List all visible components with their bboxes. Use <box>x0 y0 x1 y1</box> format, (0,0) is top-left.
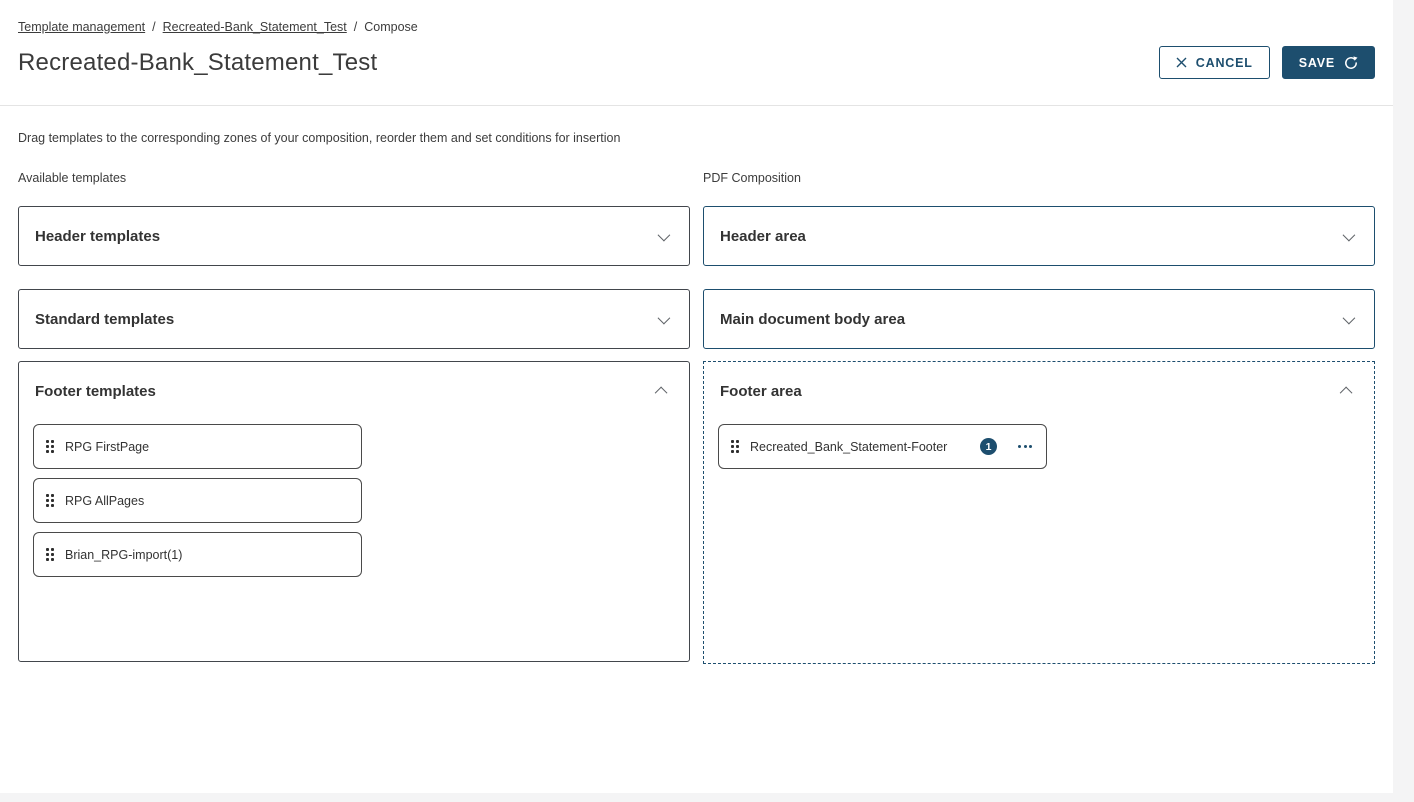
accordion-standard-templates-toggle[interactable]: Standard templates <box>19 290 689 348</box>
pdf-composition-label: PDF Composition <box>703 171 1375 185</box>
page-title: Recreated-Bank_Statement_Test <box>18 49 377 77</box>
breadcrumb: Template management / Recreated-Bank_Sta… <box>18 20 1375 34</box>
accordion-title: Standard templates <box>35 311 174 328</box>
available-templates-label: Available templates <box>18 171 690 185</box>
chevron-down-icon <box>658 228 671 241</box>
save-button-label: SAVE <box>1299 56 1335 70</box>
drag-handle-icon[interactable] <box>46 440 54 453</box>
template-item-label: Brian_RPG-import(1) <box>65 548 182 562</box>
breadcrumb-separator: / <box>354 20 357 34</box>
chevron-down-icon <box>1343 311 1356 324</box>
chevron-up-icon <box>1340 386 1353 399</box>
cancel-button-label: CANCEL <box>1196 56 1253 70</box>
page-header: Template management / Recreated-Bank_Sta… <box>0 0 1393 106</box>
header-actions: CANCEL SAVE <box>1159 46 1375 79</box>
chevron-up-icon <box>655 386 668 399</box>
accordion-title: Header area <box>720 228 806 245</box>
composition-item-footer[interactable]: Recreated_Bank_Statement-Footer 1 <box>718 424 1047 469</box>
accordion-header-area: Header area <box>703 206 1375 266</box>
accordion-title: Header templates <box>35 228 160 245</box>
drag-handle-icon[interactable] <box>46 494 54 507</box>
accordion-footer-area-toggle[interactable]: Footer area <box>704 362 1374 420</box>
breadcrumb-link-template[interactable]: Recreated-Bank_Statement_Test <box>163 20 347 34</box>
template-item-label: RPG FirstPage <box>65 440 149 454</box>
template-item-brian-rpg-import[interactable]: Brian_RPG-import(1) <box>33 532 362 577</box>
footer-templates-list: RPG FirstPage RPG AllPages Brian_RPG-imp… <box>19 420 689 577</box>
composition-item-label: Recreated_Bank_Statement-Footer <box>750 440 947 454</box>
footer-area-list: Recreated_Bank_Statement-Footer 1 <box>704 420 1374 469</box>
app-page: Template management / Recreated-Bank_Sta… <box>0 0 1393 793</box>
template-item-rpg-allpages[interactable]: RPG AllPages <box>33 478 362 523</box>
accordion-main-body-area: Main document body area <box>703 289 1375 349</box>
accordion-header-templates-toggle[interactable]: Header templates <box>19 207 689 265</box>
accordion-standard-templates: Standard templates <box>18 289 690 349</box>
chevron-down-icon <box>658 311 671 324</box>
condition-count-badge: 1 <box>980 438 997 455</box>
rotate-arrow-icon <box>1344 56 1358 70</box>
accordion-footer-templates: Footer templates RPG FirstPage RPG AllPa… <box>18 361 690 662</box>
pdf-composition-column: PDF Composition Header area Main documen… <box>703 171 1375 664</box>
accordion-title: Footer area <box>720 383 802 400</box>
item-menu-ellipsis-icon[interactable] <box>1016 441 1034 452</box>
accordion-footer-templates-toggle[interactable]: Footer templates <box>19 362 689 420</box>
instruction-text: Drag templates to the corresponding zone… <box>18 131 1375 145</box>
drag-handle-icon[interactable] <box>46 548 54 561</box>
accordion-header-area-toggle[interactable]: Header area <box>704 207 1374 265</box>
accordion-title: Footer templates <box>35 383 156 400</box>
accordion-main-body-area-toggle[interactable]: Main document body area <box>704 290 1374 348</box>
breadcrumb-link-template-management[interactable]: Template management <box>18 20 145 34</box>
compose-content: Drag templates to the corresponding zone… <box>0 131 1393 664</box>
drag-handle-icon[interactable] <box>731 440 739 453</box>
accordion-header-templates: Header templates <box>18 206 690 266</box>
accordion-footer-area: Footer area Recreated_Bank_Statement-Foo… <box>703 361 1375 664</box>
close-icon <box>1176 57 1187 68</box>
cancel-button[interactable]: CANCEL <box>1159 46 1270 79</box>
breadcrumb-separator: / <box>152 20 155 34</box>
template-item-rpg-firstpage[interactable]: RPG FirstPage <box>33 424 362 469</box>
available-templates-column: Available templates Header templates Sta… <box>18 171 690 664</box>
template-item-label: RPG AllPages <box>65 494 144 508</box>
breadcrumb-current: Compose <box>364 20 418 34</box>
chevron-down-icon <box>1343 228 1356 241</box>
save-button[interactable]: SAVE <box>1282 46 1375 79</box>
accordion-title: Main document body area <box>720 311 905 328</box>
